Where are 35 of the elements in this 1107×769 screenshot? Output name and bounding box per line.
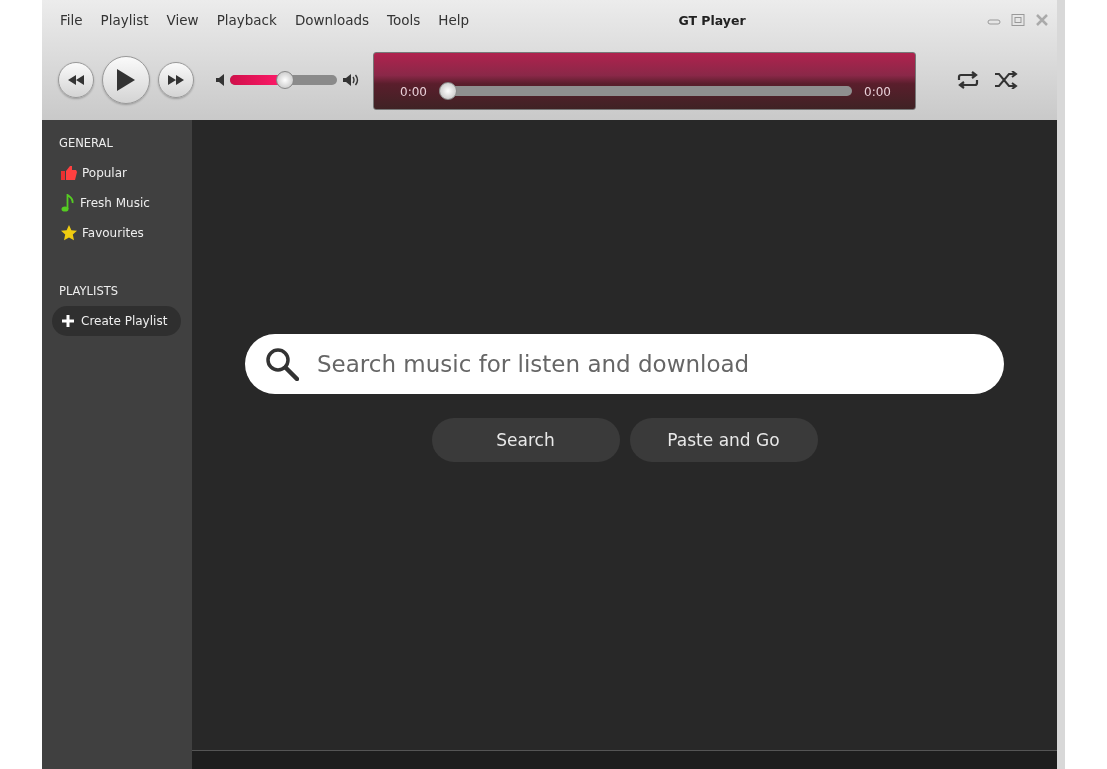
plus-icon <box>62 315 74 327</box>
thumbs-up-icon <box>61 166 77 180</box>
seek-thumb[interactable] <box>438 82 457 100</box>
menu-item[interactable]: Help <box>430 10 478 30</box>
fast-forward-icon <box>168 75 184 85</box>
play-icon <box>117 69 135 91</box>
menu-item[interactable]: Playlist <box>92 10 157 30</box>
volume-low-icon <box>216 74 224 86</box>
menu-item[interactable]: Tools <box>379 10 429 30</box>
rewind-button[interactable] <box>58 62 94 98</box>
sidebar-item[interactable]: Popular <box>42 158 133 188</box>
total-time: 0:00 <box>864 85 891 99</box>
volume-high-icon <box>343 73 359 87</box>
volume-thumb[interactable] <box>275 71 294 89</box>
action-button[interactable]: Paste and Go <box>629 418 818 462</box>
menu-item[interactable]: Downloads <box>286 10 377 30</box>
section-heading: GENERAL <box>59 136 114 150</box>
shuffle-icon[interactable] <box>994 71 1018 89</box>
sidebar-item[interactable]: Favourites <box>42 218 150 248</box>
section-heading: PLAYLISTS <box>59 284 120 298</box>
repeat-icon[interactable] <box>956 71 980 89</box>
menu-item[interactable]: File <box>52 10 91 30</box>
rewind-icon <box>68 75 84 85</box>
play-button[interactable] <box>102 56 150 104</box>
fast-forward-button[interactable] <box>158 62 194 98</box>
window-title: GT Player <box>677 12 747 28</box>
search-field[interactable]: Search music for listen and download <box>245 334 1004 394</box>
sidebar-item[interactable]: Fresh Music <box>42 188 156 218</box>
menu-item[interactable]: View <box>158 10 207 30</box>
music-note-icon <box>61 194 75 212</box>
action-button[interactable]: Search <box>431 418 620 462</box>
menu-item[interactable]: Playback <box>208 10 285 30</box>
star-icon <box>61 225 77 241</box>
create-playlist-button[interactable]: Create Playlist <box>52 306 182 336</box>
elapsed-time: 0:00 <box>400 85 427 99</box>
